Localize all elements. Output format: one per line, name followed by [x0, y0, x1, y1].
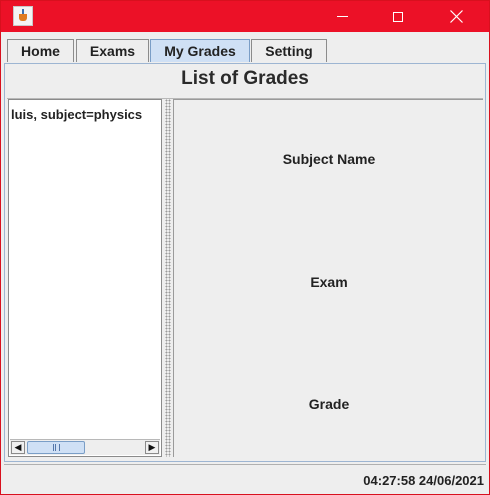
java-cup-icon[interactable] [13, 6, 33, 26]
tab-setting[interactable]: Setting [251, 39, 327, 62]
app-window: Home Exams My Grades Setting List of Gra… [0, 0, 490, 495]
status-timestamp: 04:27:58 24/06/2021 [363, 473, 484, 488]
grades-list[interactable]: luis, subject=physics ◀ ▶ [8, 99, 162, 457]
minimize-button[interactable] [319, 1, 365, 32]
scroll-left-button[interactable]: ◀ [11, 441, 25, 454]
status-bar: 04:27:58 24/06/2021 [4, 464, 486, 489]
horizontal-scrollbar[interactable]: ◀ ▶ [10, 439, 160, 455]
tab-my-grades[interactable]: My Grades [150, 39, 250, 62]
list-item[interactable]: luis, subject=physics [11, 107, 142, 122]
maximize-button[interactable] [375, 1, 421, 32]
title-bar[interactable] [1, 1, 489, 32]
subject-name-label: Subject Name [282, 151, 376, 167]
grade-label: Grade [308, 396, 350, 412]
scrollbar-thumb[interactable] [27, 441, 85, 454]
maximize-icon [393, 11, 403, 22]
grip-icon [52, 444, 60, 451]
close-button[interactable] [433, 1, 479, 32]
split-pane-divider[interactable] [165, 99, 171, 457]
tab-exams[interactable]: Exams [76, 39, 149, 62]
minimize-icon [336, 16, 348, 17]
grades-panel: List of Grades luis, subject=physics ◀ ▶… [4, 63, 486, 462]
close-icon [449, 10, 463, 23]
grade-detail-panel: Subject Name Exam Grade [173, 99, 483, 457]
exam-label: Exam [310, 274, 348, 290]
scroll-right-button[interactable]: ▶ [145, 441, 159, 454]
page-title: List of Grades [181, 68, 309, 89]
tab-home[interactable]: Home [7, 39, 74, 62]
